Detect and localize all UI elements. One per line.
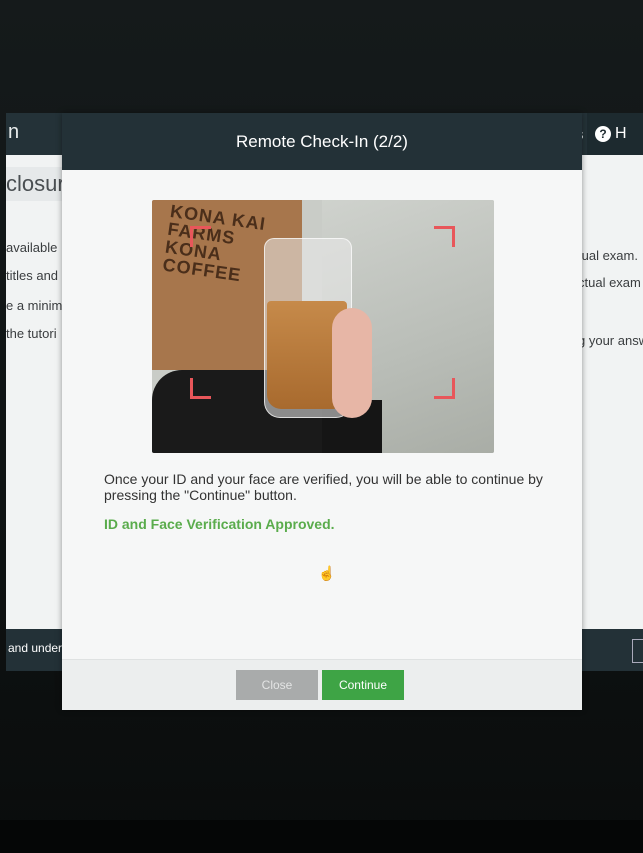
frame-corner-bottom-right <box>434 378 455 399</box>
content-line: tual exam. <box>578 248 638 263</box>
help-tab[interactable]: ? H <box>587 113 643 155</box>
content-line: e a minimu <box>6 298 70 313</box>
frame-corner-bottom-left <box>190 378 211 399</box>
content-line: titles and <box>6 268 59 283</box>
instructions-text: Once your ID and your face are verified,… <box>104 471 543 503</box>
content-line: ctual exam <box>578 275 641 290</box>
content-line: g your answ <box>578 333 643 348</box>
app-title: n <box>8 121 20 143</box>
dialog-header: Remote Check-In (2/2) <box>62 113 582 170</box>
question-icon: ? <box>595 126 611 142</box>
monitor-bezel <box>0 820 643 853</box>
dialog-title: Remote Check-In (2/2) <box>236 131 408 151</box>
dialog-footer: Close Continue <box>62 659 582 710</box>
frame-corner-top-right <box>434 226 455 247</box>
continue-button[interactable]: Continue <box>322 670 404 700</box>
webcam-preview: KONA KAI FARMS KONA COFFEE <box>152 200 494 453</box>
close-button[interactable]: Close <box>236 670 318 700</box>
header-tabs: s ? H <box>572 113 643 155</box>
hand-cursor-icon: ☝ <box>318 565 336 581</box>
content-line: available <box>6 240 58 255</box>
verification-status: ID and Face Verification Approved. <box>104 516 335 532</box>
frame-corner-top-left <box>190 226 211 247</box>
section-heading: closure <box>6 167 77 201</box>
content-line: the tutori <box>6 326 57 341</box>
remote-check-in-dialog: Remote Check-In (2/2) KONA KAI FARMS KON… <box>62 113 582 710</box>
footer-control[interactable] <box>632 639 643 663</box>
help-label: H <box>615 125 627 142</box>
hand <box>332 308 372 418</box>
